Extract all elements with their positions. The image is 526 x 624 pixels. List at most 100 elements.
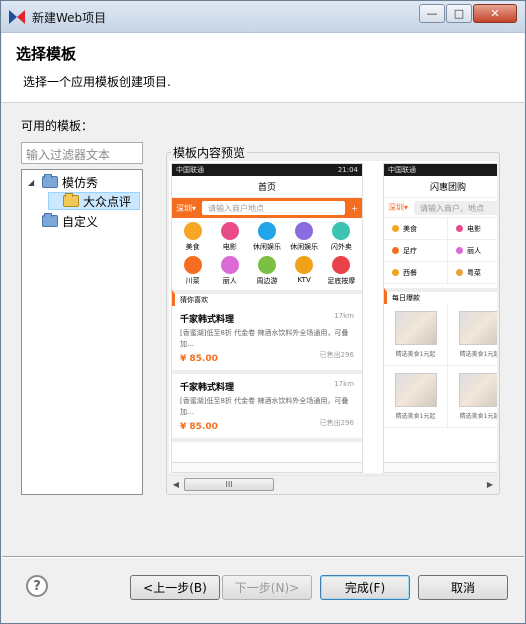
scroll-right-icon[interactable]: ▶ [483,478,497,491]
deal-image [394,311,437,345]
tree-item-label: 自定义 [62,214,99,229]
close-button[interactable]: ✕ [473,4,517,23]
category-item: 美食 [384,218,448,240]
category-label: 美食 [403,224,417,233]
page-title: 选择模板 [16,45,77,63]
deal-card: 精选美食1元起 [448,304,497,366]
minimize-button[interactable]: — [419,4,445,23]
category-grid: 美食 电影 休闲娱乐 休闲娱乐 闪外卖 川菜 丽人 周边游 KTV 足底按摩 [172,218,362,286]
category-icon [220,256,239,274]
folder-icon [42,174,58,188]
category-item: 粤菜 [448,262,497,284]
city-selector: 深圳 [388,203,404,212]
category-icon [392,247,399,254]
close-icon: ✕ [490,7,500,20]
deal-distance: 17km [334,312,354,320]
category-item: KTV [286,256,323,286]
category-label: 电影 [222,243,237,251]
category-icon [183,222,202,240]
category-icon [392,269,399,276]
filter-placeholder: 输入过滤器文本 [26,148,111,162]
deal-image [394,373,437,407]
category-icon [183,256,202,274]
preview-legend: 模板内容预览 [171,144,248,161]
filter-input[interactable]: 输入过滤器文本 [21,142,143,164]
folder-icon [42,213,58,227]
category-label: 休闲娱乐 [290,243,319,251]
chevron-down-icon: ▾ [404,203,409,212]
category-icon [456,269,463,276]
back-button-label: <上一步(B) [143,581,207,595]
maximize-icon: □ [453,7,465,20]
category-item: 电影 [211,222,248,252]
help-icon: ? [33,578,41,594]
title-bar[interactable]: 新建Web项目 — □ ✕ [1,1,525,33]
app-logo-icon [9,10,25,24]
tree-item-mimic[interactable]: ◢ 模仿秀 [28,173,98,191]
deal-caption: 精选美食1元起 [459,413,497,420]
phone-search-box: 请输入商户、地点 [414,200,497,215]
category-label: 闪外卖 [330,243,352,251]
deal-sold: 已售出296 [319,419,354,427]
wizard-header: 选择模板 选择一个应用模板创建项目. [2,33,524,103]
carrier-text: 中国联通 [176,166,204,174]
finish-button[interactable]: 完成(F) [320,575,410,600]
dialog-window: 新建Web项目 — □ ✕ 选择模板 选择一个应用模板创建项目. 可用的模板： … [0,0,526,624]
preview-viewport[interactable]: 中国联通 21:04 首页 深圳 ▾ 请输入商户地点 + 美食 电影 休闲娱乐 休… [169,161,497,473]
guess-header: 猜你喜欢 [172,290,362,306]
maximize-button[interactable]: □ [446,4,472,23]
phone-tab-bar [172,462,362,472]
deal-image [458,373,497,407]
collapse-arrow-icon[interactable]: ◢ [28,178,38,187]
category-label: 西餐 [403,268,417,277]
deal-grid: 精选美食1元起 精选美食1元起 精选美食1元起 精选美食1元起 [384,304,497,428]
category-item: 美食 [174,222,211,252]
deal-card: 精选美食1元起 [384,366,448,428]
category-icon [220,222,239,240]
back-button[interactable]: <上一步(B) [130,575,220,600]
clock-text: 21:04 [337,166,358,174]
phone-title: 首页 [172,176,362,198]
category-icon [456,225,463,232]
category-label: 粤菜 [467,268,481,277]
category-label: KTV [297,276,311,284]
category-item: 电影 [448,218,497,240]
cancel-button[interactable]: 取消 [418,575,508,600]
deal-name: 千家韩式料理 [180,383,235,393]
deal-card: 精选美食1元起 [448,366,497,428]
deal-caption: 精选美食1元起 [395,413,436,420]
deal-image [458,311,497,345]
template-tree[interactable]: ◢ 模仿秀 大众点评 自定义 [21,169,143,495]
category-label: 足疗 [403,246,417,255]
template-folder-icon [63,193,79,207]
category-item: 足疗 [384,240,448,262]
minimize-icon: — [426,7,438,20]
separator [2,556,524,558]
tree-item-custom[interactable]: 自定义 [42,212,98,230]
deal-card: 精选美食1元起 [384,304,448,366]
category-item: 周边游 [248,256,285,286]
phone-search-bar: 深圳 ▾ 请输入商户地点 + [172,198,362,218]
tree-item-label: 模仿秀 [62,175,99,190]
scroll-thumb[interactable]: III [184,478,274,491]
finish-button-label: 完成(F) [344,581,386,595]
category-item: 休闲娱乐 [248,222,285,252]
category-icon [295,256,314,274]
tree-item-dianping[interactable]: 大众点评 [48,192,140,210]
chevron-down-icon: ▾ [192,203,197,213]
category-icon [392,225,399,232]
next-button[interactable]: 下一步(N)> [222,575,312,600]
category-label: 丽人 [467,246,481,255]
status-bar: 中国联通 21:04 [172,164,362,176]
category-label: 周边游 [256,277,278,285]
deal-caption: 精选美食1元起 [395,351,436,358]
cancel-button-label: 取消 [450,581,475,595]
category-label: 电影 [467,224,481,233]
category-icon [257,256,276,274]
horizontal-scrollbar[interactable]: ◀ III ▶ [169,475,497,492]
category-item: 足底按摩 [323,256,360,286]
scroll-left-icon[interactable]: ◀ [169,478,183,491]
phone-search-box: 请输入商户地点 [202,201,346,215]
help-button[interactable]: ? [26,575,48,597]
category-label: 川菜 [185,277,200,285]
